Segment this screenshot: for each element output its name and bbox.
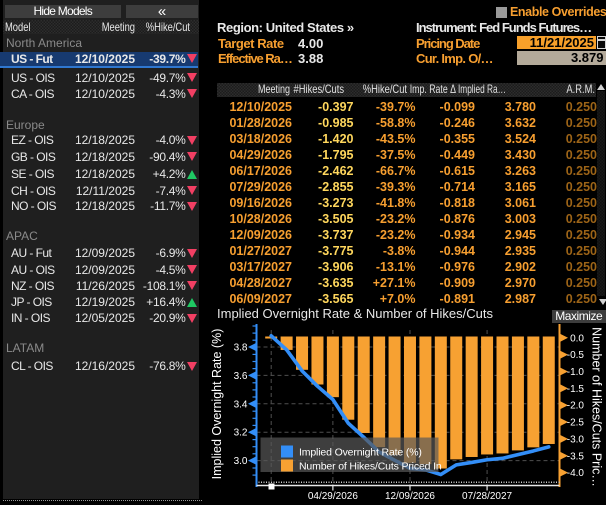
svg-text:-4.0: -4.0 <box>567 468 585 479</box>
svg-text:Implied Overnight Rate (%): Implied Overnight Rate (%) <box>299 447 422 459</box>
svg-text:3.0: 3.0 <box>234 456 248 467</box>
svg-text:-2.5: -2.5 <box>567 418 585 429</box>
svg-text:04/29/2026: 04/29/2026 <box>308 491 358 502</box>
svg-text:3.8: 3.8 <box>234 343 248 354</box>
svg-text:0.0: 0.0 <box>570 333 584 344</box>
svg-text:-0.5: -0.5 <box>567 350 585 361</box>
svg-text:-2.0: -2.0 <box>567 401 585 412</box>
svg-text:3.4: 3.4 <box>234 399 248 410</box>
svg-text:12/09/2026: 12/09/2026 <box>385 491 435 502</box>
svg-text:Implied Overnight Rate (%): Implied Overnight Rate (%) <box>210 329 224 480</box>
svg-text:Number of Hikes/Cuts Pric…: Number of Hikes/Cuts Pric… <box>590 327 604 487</box>
svg-text:-1.5: -1.5 <box>567 384 585 395</box>
svg-text:-3.0: -3.0 <box>567 434 585 445</box>
svg-text:07/28/2027: 07/28/2027 <box>462 491 512 502</box>
svg-text:-1.0: -1.0 <box>567 367 585 378</box>
svg-text:-3.5: -3.5 <box>567 451 585 462</box>
svg-text:3.2: 3.2 <box>234 428 248 439</box>
svg-text:Number of Hikes/Cuts Priced In: Number of Hikes/Cuts Priced In <box>299 461 442 473</box>
svg-text:3.6: 3.6 <box>234 371 248 382</box>
